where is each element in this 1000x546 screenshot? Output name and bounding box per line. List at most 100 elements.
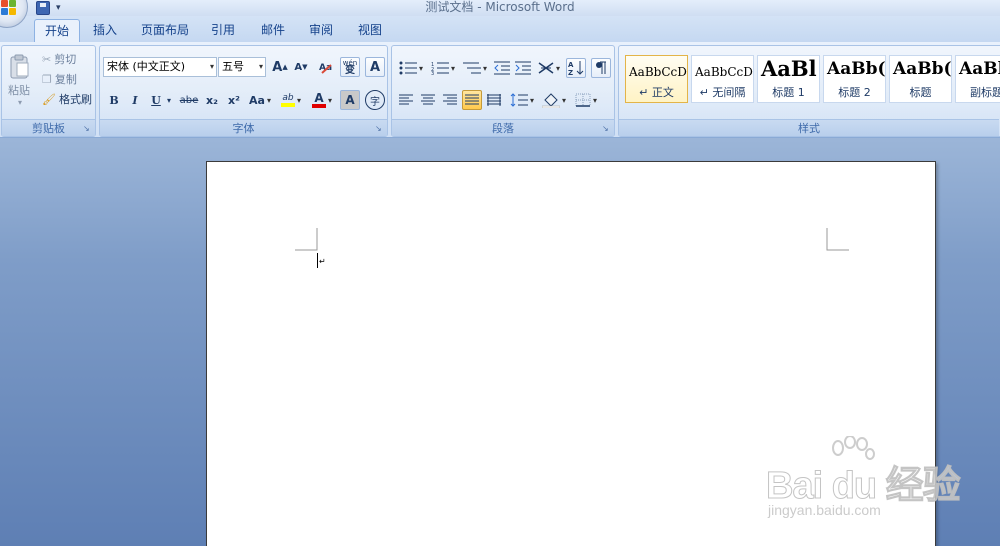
distributed-button[interactable] <box>484 90 504 110</box>
borders-icon <box>575 93 591 107</box>
bullets-button[interactable]: ▾ <box>396 58 426 78</box>
text-cursor <box>317 253 318 268</box>
svg-text:3: 3 <box>431 71 434 75</box>
style-subtitle[interactable]: AaBl 副标题 <box>955 55 1000 103</box>
underline-dropdown[interactable]: ▾ <box>167 96 171 105</box>
format-painter-label: 格式刷 <box>58 93 92 106</box>
dialog-launcher-icon[interactable]: ↘ <box>83 124 92 133</box>
chevron-down-icon: ▾ <box>17 97 22 107</box>
bold-button[interactable]: B <box>104 90 124 110</box>
align-left-button[interactable] <box>396 90 416 110</box>
svg-text:A: A <box>568 61 574 69</box>
font-color-button[interactable]: A ▾ <box>308 90 336 110</box>
font-group: 宋体 (中文正文) ▾ 五号 ▾ A ▲ A ▼ Aa wén 变 A B I U … <box>99 45 388 137</box>
font-name-value: 宋体 (中文正文) <box>107 60 186 73</box>
numbering-button[interactable]: 1 2 3 ▾ <box>428 58 458 78</box>
multilevel-list-icon <box>462 62 481 74</box>
chevron-down-icon: ▾ <box>266 95 271 105</box>
font-color-icon: A <box>311 92 326 108</box>
tab-review[interactable]: 审阅 <box>299 19 343 42</box>
style-no-spacing[interactable]: AaBbCcDc ↵ 无间隔 <box>691 55 754 103</box>
change-case-button[interactable]: Aa ▾ <box>246 90 274 110</box>
enclose-characters-button[interactable]: 字 <box>365 90 385 110</box>
tab-references[interactable]: 引用 <box>201 19 245 42</box>
justify-button[interactable] <box>462 90 482 110</box>
chevron-down-icon: ▾ <box>529 95 534 105</box>
grow-font-icon: A <box>272 59 283 75</box>
italic-button[interactable]: I <box>125 90 145 110</box>
align-center-button[interactable] <box>418 90 438 110</box>
paragraph-group-label: 段落 <box>392 119 614 136</box>
title-bar: ▾ 测试文档 - Microsoft Word <box>0 0 1000 28</box>
dialog-launcher-icon[interactable]: ↘ <box>602 124 611 133</box>
baidu-jingyan-watermark: Bai du 经验 jingyan.baidu.com <box>766 436 966 526</box>
font-group-label: 字体 <box>100 119 387 136</box>
watermark-brand: Bai du 经验 <box>766 465 962 508</box>
styles-group: AaBbCcDc ↵ 正文 AaBbCcDc ↵ 无间隔 AaBl 标题 1 A… <box>618 45 1000 137</box>
scissors-icon: ✂ <box>42 52 52 66</box>
copy-button[interactable]: ❐ 复制 <box>42 70 77 88</box>
character-border-icon: A <box>369 59 381 75</box>
styles-group-label: 样式 <box>619 119 999 136</box>
tab-page-layout[interactable]: 页面布局 <box>131 19 199 42</box>
character-border-button[interactable]: A <box>365 57 385 77</box>
pilcrow-icon <box>596 61 606 74</box>
text-direction-button[interactable]: ▾ <box>535 58 563 78</box>
sort-icon: AZ <box>568 61 584 76</box>
shrink-font-button[interactable]: A ▼ <box>291 57 311 77</box>
align-center-icon <box>421 94 435 105</box>
superscript-button[interactable]: x² <box>224 90 244 110</box>
phonetic-guide-button[interactable]: wén 变 <box>340 57 360 77</box>
format-painter-button[interactable]: 🖌 格式刷 <box>42 90 92 108</box>
chevron-down-icon: ▾ <box>592 95 597 105</box>
borders-button[interactable]: ▾ <box>571 90 601 110</box>
tab-home[interactable]: 开始 <box>34 19 81 42</box>
tab-view[interactable]: 视图 <box>348 19 392 42</box>
increase-indent-button[interactable] <box>513 58 533 78</box>
dialog-launcher-icon[interactable]: ↘ <box>375 124 384 133</box>
font-name-select[interactable]: 宋体 (中文正文) ▾ <box>103 57 217 77</box>
line-spacing-icon <box>510 93 528 107</box>
sort-button[interactable]: AZ <box>566 58 586 78</box>
font-size-value: 五号 <box>222 60 244 73</box>
underline-icon: U <box>151 93 161 107</box>
strikethrough-icon: abe <box>179 94 199 106</box>
character-shading-icon: A <box>345 93 355 107</box>
subscript-icon: x₂ <box>206 93 218 107</box>
underline-button[interactable]: U <box>146 90 166 110</box>
show-formatting-marks-button[interactable] <box>591 58 611 78</box>
style-heading-1[interactable]: AaBl 标题 1 <box>757 55 820 103</box>
font-size-select[interactable]: 五号 ▾ <box>218 57 266 77</box>
chevron-down-icon: ▾ <box>418 63 423 73</box>
bullets-icon <box>399 61 417 75</box>
decrease-indent-button[interactable] <box>492 58 512 78</box>
align-right-button[interactable] <box>440 90 460 110</box>
tab-mailings[interactable]: 邮件 <box>251 19 295 42</box>
chevron-down-icon: ▾ <box>296 95 301 105</box>
paragraph-mark-icon: ↵ <box>319 257 326 266</box>
chevron-down-icon: ▾ <box>450 63 455 73</box>
strikethrough-button[interactable]: abe <box>178 90 200 110</box>
clear-formatting-button[interactable]: Aa <box>316 57 336 77</box>
clear-formatting-icon: Aa <box>319 63 332 74</box>
chevron-down-icon: ▾ <box>327 95 332 105</box>
multilevel-list-button[interactable]: ▾ <box>460 58 490 78</box>
tab-insert[interactable]: 插入 <box>83 19 127 42</box>
shrink-font-icon: A <box>294 61 303 73</box>
watermark-url: jingyan.baidu.com <box>768 502 881 518</box>
cut-button[interactable]: ✂ 剪切 <box>42 50 76 68</box>
chevron-down-icon: ▾ <box>258 62 263 71</box>
ribbon: 粘贴 ▾ ✂ 剪切 ❐ 复制 🖌 格式刷 剪贴板 ↘ 宋体 (中文正文) ▾ 五… <box>0 42 1000 138</box>
paste-button[interactable]: 粘贴 ▾ <box>4 48 34 112</box>
style-heading-2[interactable]: AaBb( 标题 2 <box>823 55 886 103</box>
grow-font-button[interactable]: A ▲ <box>270 57 290 77</box>
italic-icon: I <box>132 93 138 107</box>
highlight-button[interactable]: ab ▾ <box>276 90 306 110</box>
style-title[interactable]: AaBb( 标题 <box>889 55 952 103</box>
paste-icon <box>10 54 29 78</box>
line-spacing-button[interactable]: ▾ <box>507 90 537 110</box>
shading-button[interactable]: ▾ <box>539 90 569 110</box>
subscript-button[interactable]: x₂ <box>202 90 222 110</box>
style-normal[interactable]: AaBbCcDc ↵ 正文 <box>625 55 688 103</box>
character-shading-button[interactable]: A <box>340 90 360 110</box>
